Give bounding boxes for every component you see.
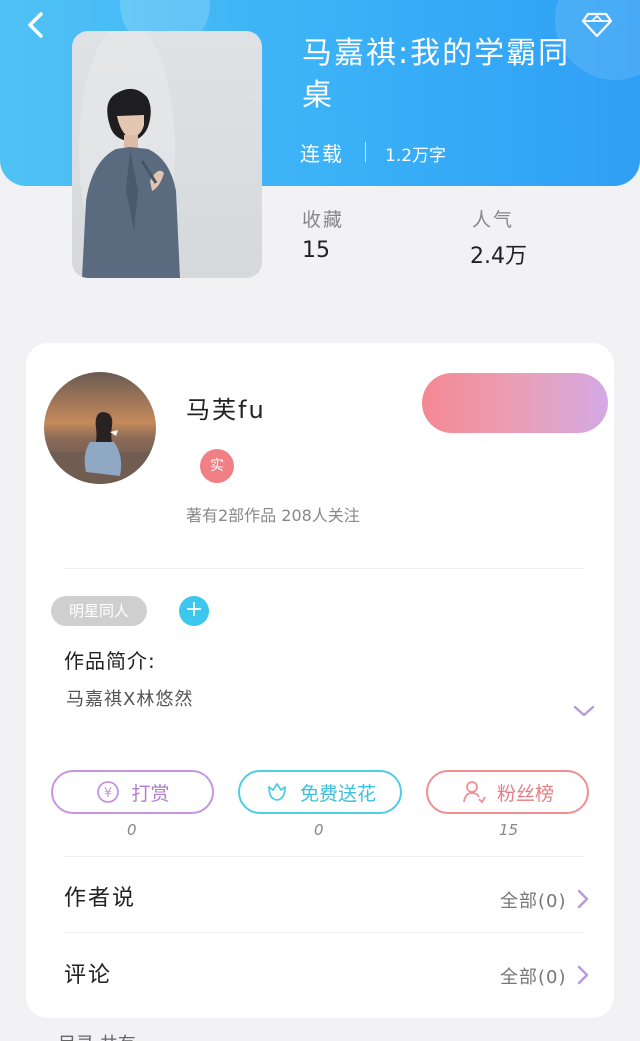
verified-badge: 实 — [200, 449, 234, 483]
comments-label[interactable]: 评论 — [64, 957, 112, 989]
tip-count: 0 — [127, 821, 137, 839]
genre-tag[interactable]: 明星同人 — [51, 596, 147, 626]
popularity-label: 人气 — [472, 209, 515, 231]
flower-count: 0 — [314, 821, 324, 839]
fan-user-icon — [463, 781, 486, 804]
tip-button[interactable]: ¥ 打赏 — [51, 770, 214, 814]
fan-ranking-button[interactable]: 粉丝榜 — [426, 770, 589, 814]
intro-label: 作品简介: — [64, 649, 156, 673]
divider — [64, 568, 584, 569]
fans-count: 15 — [499, 821, 519, 839]
avatar-illustration — [44, 372, 156, 484]
svg-text:¥: ¥ — [104, 786, 112, 801]
send-flower-label: 免费送花 — [299, 782, 376, 805]
popularity-count: 2.4万 — [470, 244, 527, 269]
author-name[interactable]: 马芙fu — [186, 390, 266, 425]
intro-text: 马嘉祺X林悠然 — [66, 689, 194, 710]
favorites-label: 收藏 — [302, 209, 345, 231]
favorites-count: 15 — [302, 238, 330, 263]
book-cover-image[interactable] — [72, 31, 262, 278]
serial-status: 连载 — [300, 142, 344, 166]
divider — [64, 856, 584, 857]
catalog-label[interactable]: 目录 共有 — [58, 1030, 136, 1041]
author-meta: 著有2部作品 208人关注 — [186, 506, 360, 525]
cover-figure-illustration — [79, 31, 180, 278]
word-count: 1.2万字 — [385, 146, 447, 166]
status-divider — [365, 142, 366, 162]
send-flower-button[interactable]: 免费送花 — [238, 770, 402, 814]
flower-icon — [268, 783, 286, 801]
book-title: 马嘉祺:我的学霸同桌 — [302, 36, 571, 113]
divider — [64, 932, 584, 933]
author-avatar[interactable] — [44, 372, 156, 484]
follow-button[interactable] — [422, 373, 608, 433]
chevron-right-icon[interactable] — [576, 964, 590, 986]
tip-label: 打赏 — [131, 782, 170, 805]
author-notes-all-link[interactable]: 全部(0) — [500, 887, 567, 913]
chevron-left-icon[interactable] — [22, 10, 52, 40]
add-tag-button[interactable]: + — [179, 596, 209, 626]
comments-all-link[interactable]: 全部(0) — [500, 963, 567, 989]
chevron-down-icon[interactable] — [572, 703, 596, 719]
fan-ranking-label: 粉丝榜 — [496, 782, 554, 805]
chevron-right-icon[interactable] — [576, 888, 590, 910]
yen-coin-icon: ¥ — [97, 781, 120, 803]
author-notes-label[interactable]: 作者说 — [64, 880, 136, 912]
